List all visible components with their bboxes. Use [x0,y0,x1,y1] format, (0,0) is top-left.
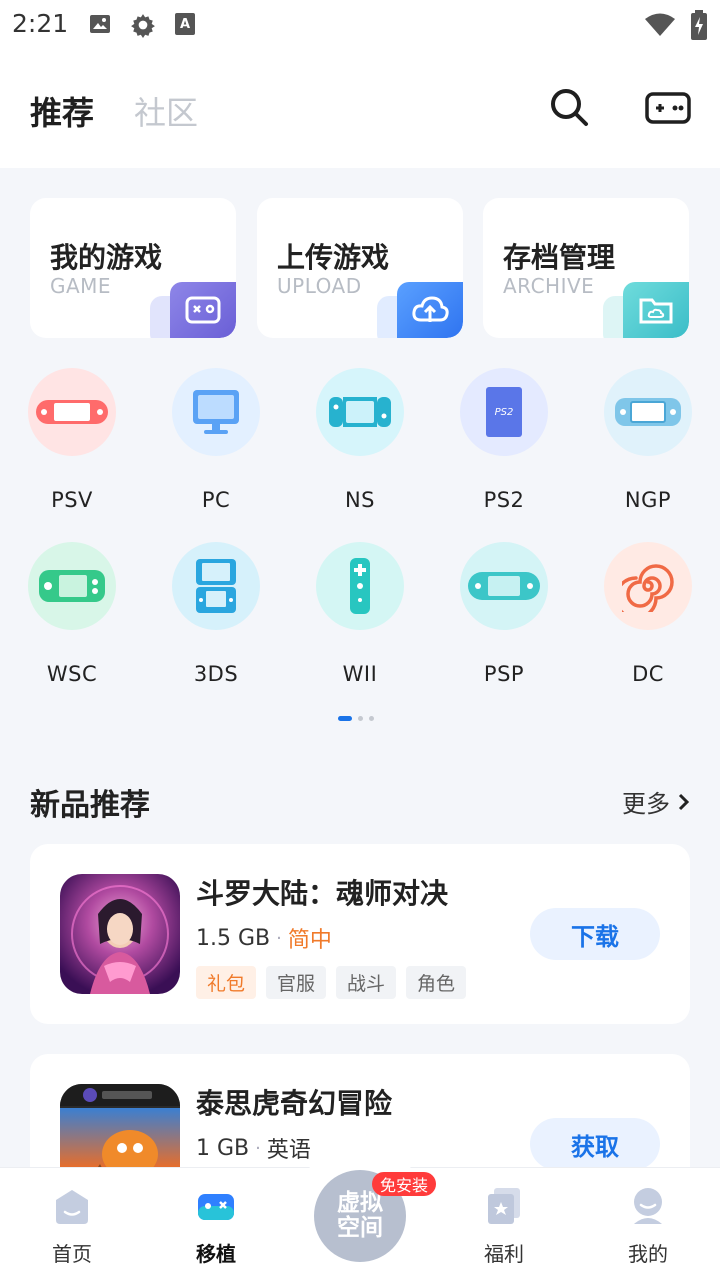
tag: 官服 [266,966,327,999]
platform-psp[interactable]: PSP [439,542,569,702]
platform-label: PS2 [483,488,525,512]
platform-label: WSC [46,662,98,686]
card-subtitle: UPLOAD [277,274,362,298]
game-language: 简中 [287,928,332,953]
svg-text:A: A [180,17,190,32]
game-thumbnail [60,874,180,994]
keyboard-a-icon: A [175,13,195,35]
card-title: 上传游戏 [277,241,390,274]
wifi-icon [645,13,675,36]
nav-label: 首页 [52,1242,92,1266]
get-button[interactable]: 获取 [530,1118,660,1170]
page-indicator [338,716,374,721]
platform-label: PSP [483,662,525,686]
nav-label: 我的 [628,1242,668,1266]
platform-label: DC [632,662,664,686]
platform-wsc[interactable]: WSC [7,542,137,702]
card-title: 我的游戏 [50,241,163,274]
tab-recommend[interactable]: 推荐 [30,88,94,134]
gamepad-active-icon [198,1194,234,1220]
gamepad-icon[interactable] [644,88,692,128]
download-button[interactable]: 下载 [530,908,660,960]
virtual-space-line1: 虚拟 [337,1190,383,1216]
psp-icon [468,572,540,600]
my-games-card[interactable]: 我的游戏 GAME [30,198,236,338]
platform-wii[interactable]: WII [295,542,425,702]
game-language: 英语 [266,1138,311,1163]
upload-game-card[interactable]: 上传游戏 UPLOAD [257,198,463,338]
section-title: 新品推荐 [30,788,150,823]
tag: 角色 [406,966,467,999]
virtual-space-line2: 空间 [337,1215,383,1241]
platform-ngp[interactable]: NGP [583,368,713,528]
archive-manage-card[interactable]: 存档管理 ARCHIVE [483,198,689,338]
platform-label: WII [342,662,378,686]
nav-label: 移植 [196,1242,236,1266]
user-avatar-icon [634,1188,662,1224]
card-subtitle: GAME [50,274,112,298]
page-dot-active [338,716,352,721]
platform-label: 3DS [193,662,239,686]
platform-dc[interactable]: DC [583,542,713,702]
tag: 战斗 [336,966,397,999]
more-label: 更多 [622,790,670,818]
top-header: 推荐 社区 [0,52,720,168]
search-icon[interactable] [548,86,590,128]
wsc-icon [39,570,105,602]
platform-label: PC [201,488,231,512]
game-title: 斗罗大陆：魂师对决 [196,877,449,910]
nav-welfare[interactable]: 福利 [454,1176,554,1276]
tag-gift: 礼包 [196,966,257,999]
tab-community[interactable]: 社区 [134,88,198,134]
ngp-icon [615,398,681,426]
game-size: 1.5 GB [196,925,271,951]
nav-home[interactable]: 首页 [22,1176,122,1276]
switch-icon [329,397,391,427]
game-meta: 1.5 GB · 简中 [196,922,332,954]
wii-remote-icon [350,558,370,614]
3ds-icon [196,559,236,613]
more-link[interactable]: 更多 [622,784,690,819]
platform-label: NS [344,488,376,512]
status-time: 2:21 [12,9,69,38]
game-size: 1 GB [196,1135,250,1161]
platform-label: PSV [51,488,93,512]
ps2-icon: PS2 [486,387,522,437]
game-card[interactable]: 斗罗大陆：魂师对决 1.5 GB · 简中 礼包 官服 战斗 角色 下载 [30,844,690,1024]
image-icon [90,15,110,33]
page-dot [358,716,363,721]
game-title: 泰思虎奇幻冒险 [196,1087,393,1120]
card-subtitle: ARCHIVE [503,274,595,298]
monitor-icon [193,390,239,434]
chevron-right-icon [678,793,690,810]
psv-icon [36,400,108,424]
nav-port[interactable]: 移植 [166,1176,266,1276]
platform-pc[interactable]: PC [151,368,281,528]
game-tags: 礼包 官服 战斗 角色 [196,966,467,999]
home-icon [56,1190,88,1224]
platform-label: NGP [624,488,672,512]
platform-3ds[interactable]: 3DS [151,542,281,702]
page-dot [369,716,374,721]
platform-ns[interactable]: NS [295,368,425,528]
platform-ps2[interactable]: PS2 PS2 [439,368,569,528]
card-title: 存档管理 [503,241,616,274]
settings-icon [131,14,155,38]
ps2-badge-text: PS2 [495,407,514,418]
cloud-upload-icon [397,282,463,338]
gift-card-icon [488,1188,520,1224]
gamepad-x-icon [170,282,236,338]
platform-psv[interactable]: PSV [7,368,137,528]
game-meta: 1 GB · 英语 [196,1132,311,1164]
folder-cloud-icon [623,282,689,338]
status-bar: 2:21 A [0,0,720,52]
battery-icon [691,10,707,40]
install-free-badge: 免安装 [372,1172,437,1196]
nav-label: 福利 [484,1242,524,1266]
dreamcast-swirl-icon [622,564,674,612]
nav-mine[interactable]: 我的 [598,1176,698,1276]
